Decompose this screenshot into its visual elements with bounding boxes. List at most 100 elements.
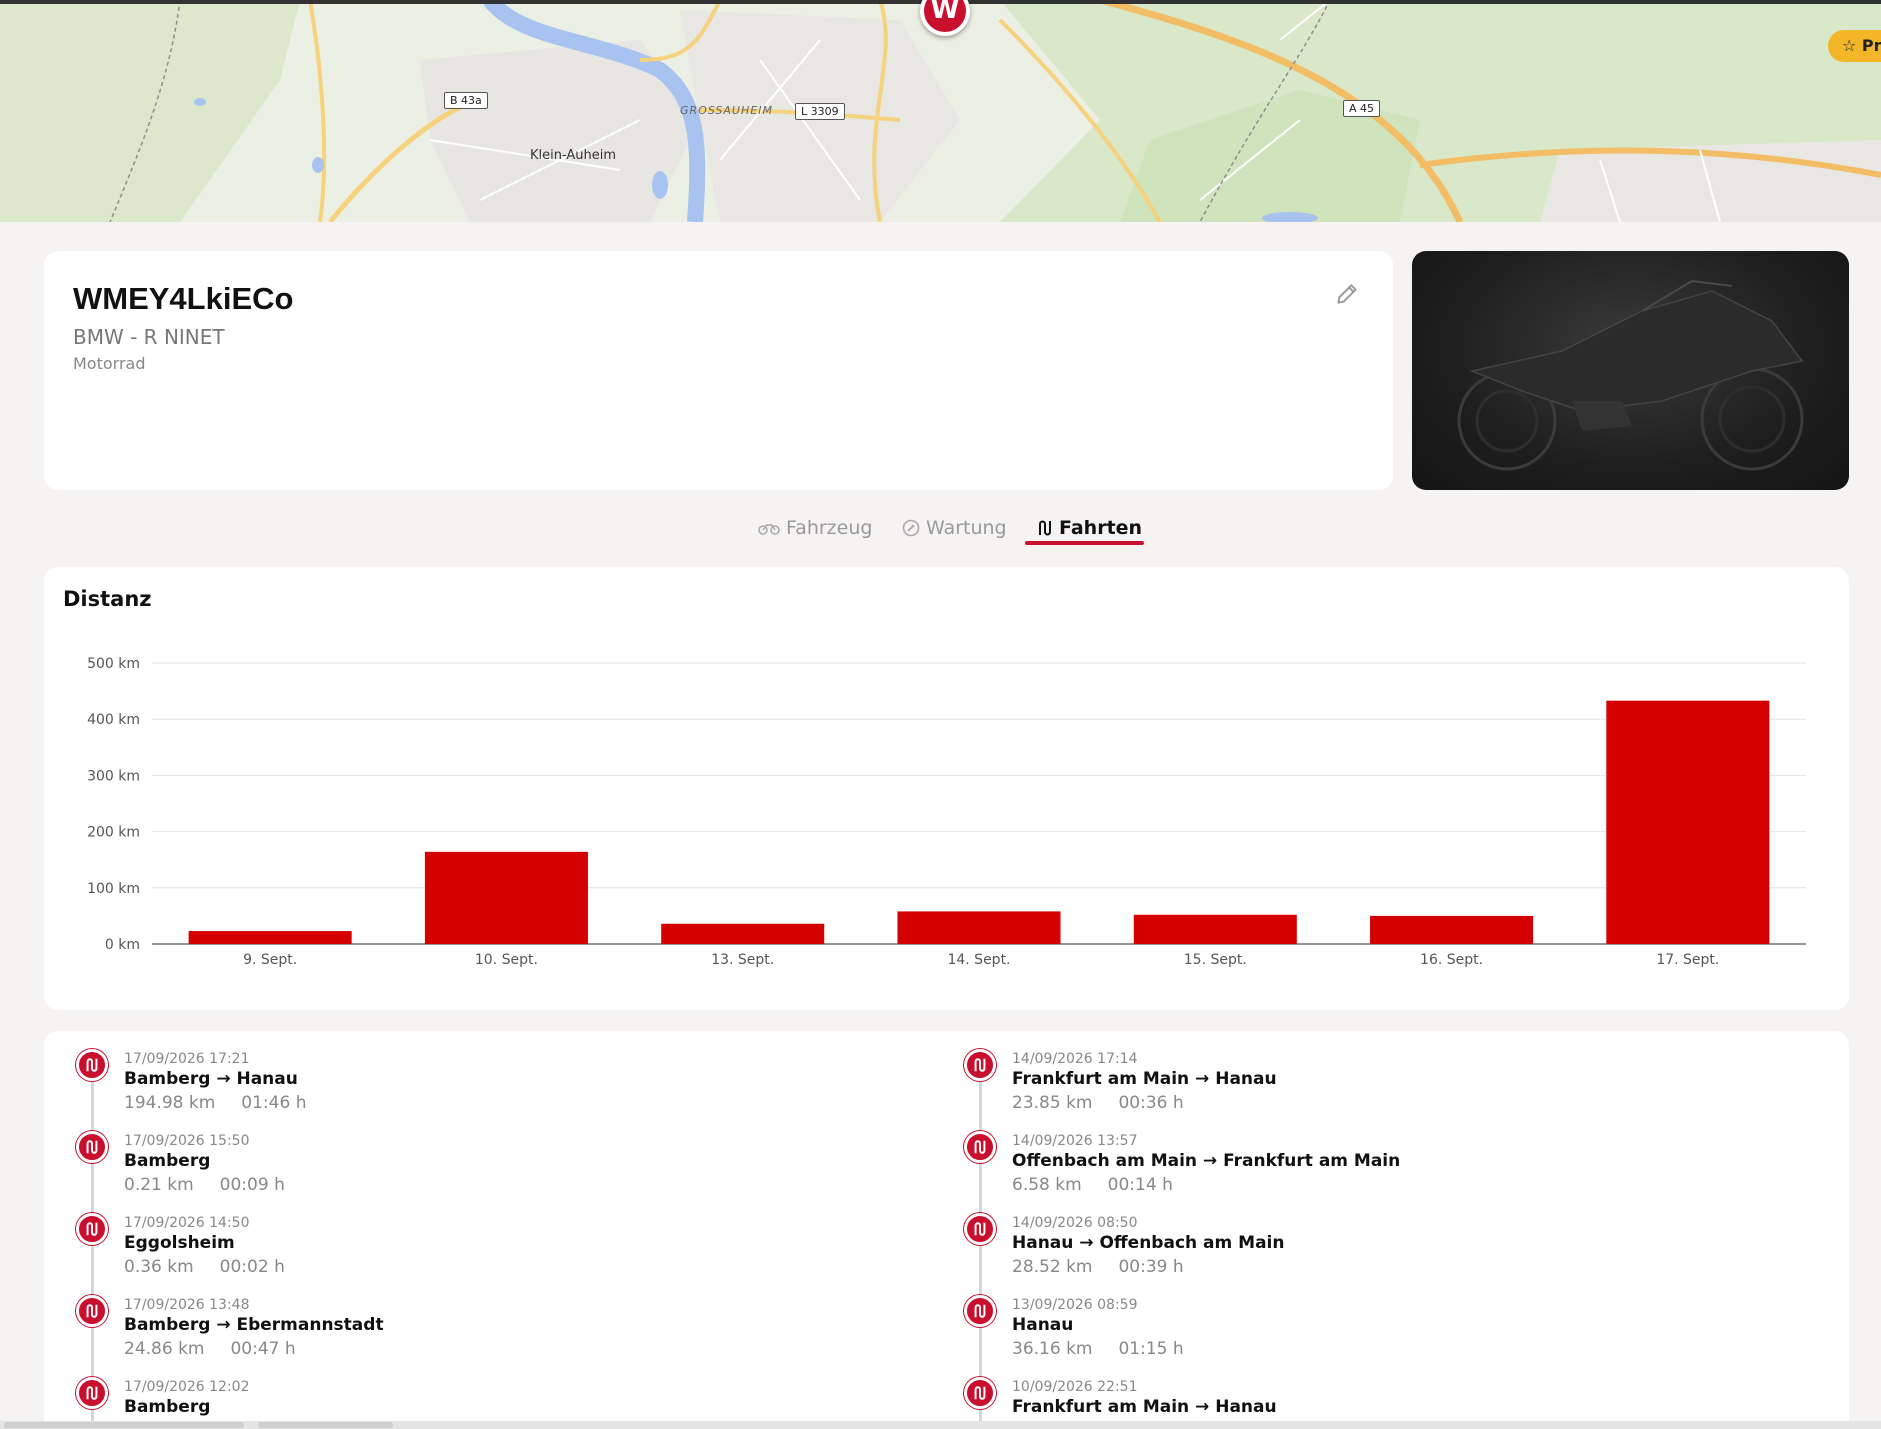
x-tick-label: 9. Sept. bbox=[243, 952, 297, 968]
tab-wartung[interactable]: Wartung bbox=[902, 510, 1007, 546]
trip-distance: 6.58 km bbox=[1012, 1175, 1082, 1195]
trip-stats: 0.21 km 00:09 h bbox=[124, 1175, 285, 1195]
trip-date: 17/09/2026 15:50 bbox=[124, 1133, 250, 1149]
trip-date: 17/09/2026 17:21 bbox=[124, 1051, 250, 1067]
route-icon bbox=[964, 1049, 996, 1081]
route-icon bbox=[76, 1295, 108, 1327]
trip-stats: 36.16 km 01:15 h bbox=[1012, 1339, 1184, 1359]
trip-date: 14/09/2026 13:57 bbox=[1012, 1133, 1138, 1149]
trip-route: Hanau bbox=[1012, 1315, 1074, 1335]
trip-date: 13/09/2026 08:59 bbox=[1012, 1297, 1138, 1313]
trip-date: 10/09/2026 22:51 bbox=[1012, 1379, 1138, 1395]
trip-route: Bamberg bbox=[124, 1397, 211, 1417]
x-tick-label: 10. Sept. bbox=[475, 952, 538, 968]
vehicle-model: BMW - R NINET bbox=[73, 325, 225, 349]
map-town-label: Klein-Auheim bbox=[530, 148, 617, 163]
trip-item[interactable]: 17/09/2026 17:21 Bamberg → Hanau 194.98 km… bbox=[76, 1031, 876, 1113]
vehicle-card: WMEY4LkiECo BMW - R NINET Motorrad bbox=[44, 251, 1393, 490]
trip-list-card: 17/09/2026 17:21 Bamberg → Hanau 194.98 km… bbox=[44, 1031, 1849, 1429]
x-tick-label: 13. Sept. bbox=[711, 952, 774, 968]
y-tick-label: 500 km bbox=[87, 656, 140, 672]
route-icon bbox=[76, 1049, 108, 1081]
trip-route: Offenbach am Main → Frankfurt am Main bbox=[1012, 1151, 1401, 1171]
premium-badge[interactable]: ☆ Pr bbox=[1828, 30, 1881, 62]
trip-date: 17/09/2026 14:50 bbox=[124, 1215, 250, 1231]
trip-item[interactable]: 10/09/2026 22:51 Frankfurt am Main → Hana… bbox=[964, 1359, 1764, 1429]
y-tick-label: 300 km bbox=[87, 768, 140, 784]
trip-distance: 0.21 km bbox=[124, 1175, 194, 1195]
tab-fahrten-label: Fahrten bbox=[1059, 517, 1143, 539]
y-tick-label: 100 km bbox=[87, 881, 140, 897]
x-tick-label: 15. Sept. bbox=[1184, 952, 1247, 968]
bike-icon bbox=[758, 524, 780, 535]
trip-date: 14/09/2026 08:50 bbox=[1012, 1215, 1138, 1231]
trip-route: Bamberg bbox=[124, 1151, 211, 1171]
tab-wartung-label: Wartung bbox=[926, 517, 1007, 539]
trip-item[interactable]: 17/09/2026 12:02 Bamberg bbox=[76, 1359, 876, 1429]
trip-duration: 00:02 h bbox=[219, 1257, 285, 1277]
trip-distance: 23.85 km bbox=[1012, 1093, 1093, 1113]
scrollbar-thumb[interactable] bbox=[4, 1422, 244, 1428]
y-tick-label: 0 km bbox=[105, 937, 140, 953]
trip-stats: 6.58 km 00:14 h bbox=[1012, 1175, 1173, 1195]
road-label-b43a: B 43a bbox=[444, 92, 488, 109]
trip-duration: 00:47 h bbox=[230, 1339, 296, 1359]
y-tick-label: 400 km bbox=[87, 712, 140, 728]
motorcycle-image bbox=[1457, 279, 1804, 471]
scrollbar-thumb-2[interactable] bbox=[258, 1422, 393, 1428]
trip-item[interactable]: 17/09/2026 14:50 Eggolsheim 0.36 km 00:02 h bbox=[76, 1195, 876, 1277]
trip-date: 14/09/2026 17:14 bbox=[1012, 1051, 1138, 1067]
trip-stats: 28.52 km 00:39 h bbox=[1012, 1257, 1184, 1277]
road-label-a45: A 45 bbox=[1343, 100, 1381, 117]
bar-4[interactable] bbox=[1133, 914, 1297, 944]
vehicle-type: Motorrad bbox=[73, 354, 146, 373]
horizontal-scrollbar[interactable] bbox=[0, 1421, 1881, 1429]
trip-distance: 28.52 km bbox=[1012, 1257, 1093, 1277]
route-icon bbox=[964, 1295, 996, 1327]
map-district-label: GROSSAUHEIM bbox=[680, 104, 773, 117]
trip-stats: 194.98 km 01:46 h bbox=[124, 1093, 306, 1113]
trip-duration: 00:36 h bbox=[1118, 1093, 1184, 1113]
trip-duration: 00:14 h bbox=[1107, 1175, 1173, 1195]
trip-date: 17/09/2026 13:48 bbox=[124, 1297, 250, 1313]
trip-stats: 0.36 km 00:02 h bbox=[124, 1257, 285, 1277]
tab-fahrzeug[interactable]: Fahrzeug bbox=[758, 510, 872, 546]
bar-1[interactable] bbox=[424, 851, 588, 944]
bar-0[interactable] bbox=[188, 931, 352, 944]
x-tick-label: 16. Sept. bbox=[1420, 952, 1483, 968]
trip-item[interactable]: 13/09/2026 08:59 Hanau 36.16 km 01:15 h bbox=[964, 1277, 1764, 1359]
bar-6[interactable] bbox=[1606, 700, 1770, 944]
distance-chart-card: Distanz 0 km 100 km 200 km 300 km 400 km 500 … bbox=[44, 567, 1849, 1010]
x-tick-label: 14. Sept. bbox=[947, 952, 1010, 968]
trip-distance: 36.16 km bbox=[1012, 1339, 1093, 1359]
tab-bar: Fahrzeug Wartung Fahrten bbox=[0, 510, 1881, 546]
route-icon bbox=[964, 1377, 996, 1409]
trip-stats: 23.85 km 00:36 h bbox=[1012, 1093, 1184, 1113]
trip-item[interactable]: 14/09/2026 17:14 Frankfurt am Main → Hana… bbox=[964, 1031, 1764, 1113]
trip-item[interactable]: 14/09/2026 13:57 Offenbach am Main → Fran… bbox=[964, 1113, 1764, 1195]
trip-distance: 0.36 km bbox=[124, 1257, 194, 1277]
trip-item[interactable]: 17/09/2026 13:48 Bamberg → Ebermannstadt 2… bbox=[76, 1277, 876, 1359]
bar-5[interactable] bbox=[1370, 915, 1534, 944]
map-view[interactable]: B 43a L 3309 A 45 GROSSAUHEIM Klein-Auhe… bbox=[0, 0, 1881, 222]
trip-duration: 01:46 h bbox=[241, 1093, 307, 1113]
pencil-icon[interactable] bbox=[1334, 281, 1360, 307]
trip-distance: 24.86 km bbox=[124, 1339, 205, 1359]
trip-route: Hanau → Offenbach am Main bbox=[1012, 1233, 1285, 1253]
trip-duration: 00:09 h bbox=[219, 1175, 285, 1195]
trip-date: 17/09/2026 12:02 bbox=[124, 1379, 250, 1395]
trip-route: Bamberg → Ebermannstadt bbox=[124, 1315, 384, 1335]
route-icon bbox=[76, 1213, 108, 1245]
x-tick-label: 17. Sept. bbox=[1656, 952, 1719, 968]
trip-distance: 194.98 km bbox=[124, 1093, 216, 1113]
vehicle-photo bbox=[1412, 251, 1849, 490]
bar-3[interactable] bbox=[897, 911, 1061, 944]
route-icon bbox=[1039, 520, 1051, 536]
route-icon bbox=[76, 1377, 108, 1409]
wrench-icon bbox=[902, 519, 920, 537]
trip-item[interactable]: 14/09/2026 08:50 Hanau → Offenbach am Mai… bbox=[964, 1195, 1764, 1277]
trip-stats: 24.86 km 00:47 h bbox=[124, 1339, 296, 1359]
trip-item[interactable]: 17/09/2026 15:50 Bamberg 0.21 km 00:09 h bbox=[76, 1113, 876, 1195]
bar-2[interactable] bbox=[661, 923, 825, 944]
road-label-l3309: L 3309 bbox=[795, 103, 845, 120]
